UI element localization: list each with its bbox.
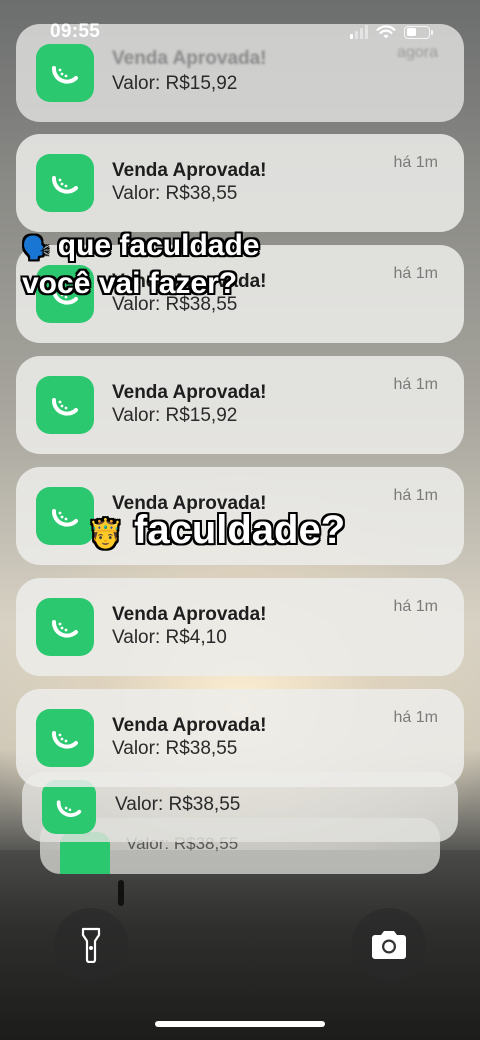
melon-slice-icon — [36, 709, 94, 767]
notification-card[interactable]: Venda Aprovada! Valor: R$4,10 há 1m — [16, 578, 464, 676]
notification-card[interactable]: Venda Aprovada! Valor: R$38,55 há 1m — [16, 689, 464, 787]
notification-title: Venda Aprovada! — [112, 604, 267, 625]
notification-time: há 1m — [393, 265, 438, 282]
melon-slice-icon — [42, 780, 96, 834]
person-crown-icon: 🤴 — [88, 518, 123, 549]
wallpaper-person — [118, 880, 124, 906]
home-indicator[interactable] — [155, 1021, 325, 1027]
notification-title: Venda Aprovada! — [112, 715, 267, 736]
notification-title: Venda Aprovada! — [112, 382, 267, 403]
battery-icon — [404, 25, 433, 39]
notification-time: há 1m — [393, 376, 438, 393]
caption-answer: 🤴 faculdade? — [88, 506, 345, 558]
caption-question: 🗣️ que faculdade você vai fazer? — [22, 228, 259, 302]
speaking-head-icon: 🗣️ — [22, 235, 50, 260]
status-bar: 09:55 — [50, 18, 433, 46]
notification-value: Valor: R$15,92 — [112, 73, 238, 94]
notification-time: há 1m — [393, 598, 438, 615]
melon-slice-icon — [36, 376, 94, 434]
melon-slice-icon — [36, 598, 94, 656]
camera-button[interactable] — [352, 908, 426, 982]
notification-value: Valor: R$4,10 — [112, 627, 227, 648]
melon-slice-icon — [36, 154, 94, 212]
flashlight-icon — [81, 927, 101, 963]
flashlight-button[interactable] — [54, 908, 128, 982]
notification-value: Valor: R$15,92 — [112, 405, 238, 426]
caption-line-2: você vai fazer? — [22, 267, 238, 300]
wifi-icon — [376, 24, 396, 38]
notification-time: há 1m — [393, 487, 438, 504]
notification-card[interactable]: Venda Aprovada! Valor: R$38,55 há 1m — [16, 134, 464, 232]
status-icons — [350, 24, 433, 40]
notification-title: Venda Aprovada! — [112, 160, 267, 181]
notification-time: há 1m — [393, 709, 438, 726]
notification-time: há 1m — [393, 154, 438, 171]
notification-time: agora — [397, 44, 438, 61]
notification-title: Venda Aprovada! — [112, 48, 267, 69]
notification-value: Valor: R$38,55 — [112, 738, 238, 759]
notification-value: Valor: R$38,55 — [115, 794, 241, 815]
caption-line-3: faculdade? — [134, 508, 346, 552]
cellular-signal-icon — [350, 25, 368, 39]
camera-icon — [372, 931, 406, 959]
melon-slice-icon — [36, 487, 94, 545]
caption-line-1: que faculdade — [57, 229, 260, 262]
status-time: 09:55 — [50, 21, 101, 42]
melon-slice-icon — [36, 44, 94, 102]
notification-card[interactable]: Venda Aprovada! Valor: R$15,92 há 1m — [16, 356, 464, 454]
notification-value: Valor: R$38,55 — [112, 183, 238, 204]
